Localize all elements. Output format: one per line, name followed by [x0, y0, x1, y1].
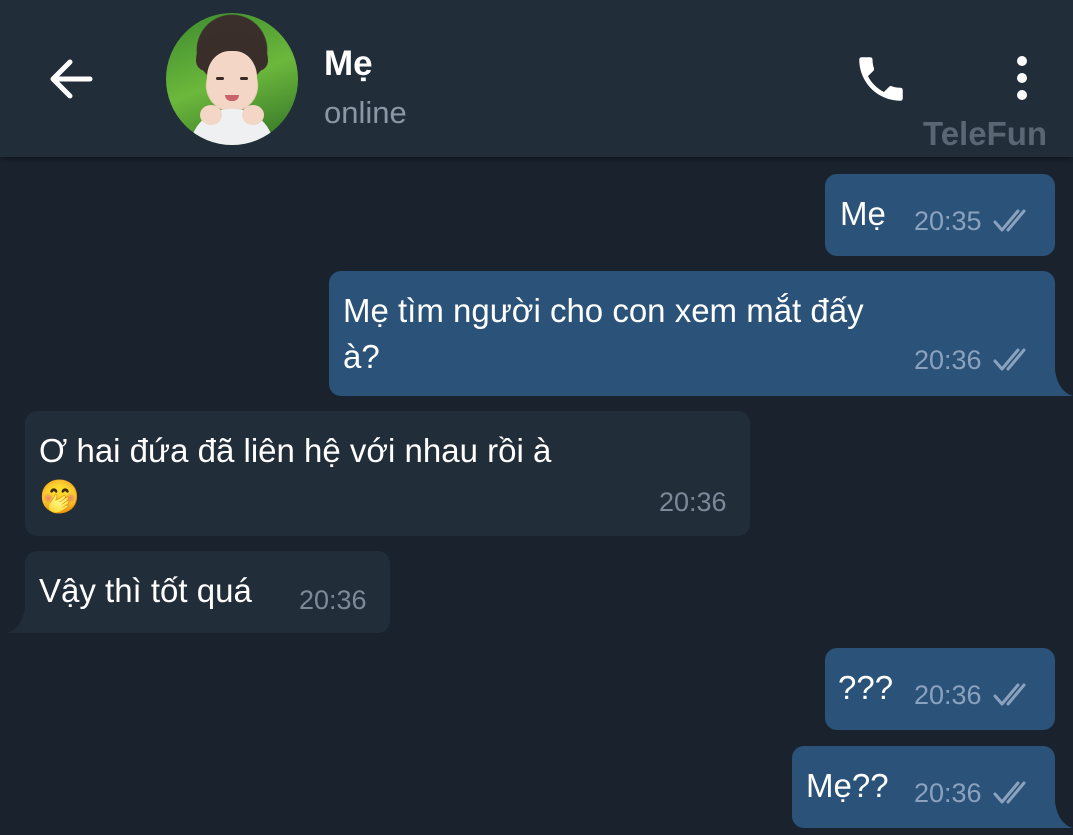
message-text-line: à? [343, 338, 380, 375]
call-button[interactable] [852, 50, 910, 108]
message-text: Mẹ?? [806, 767, 889, 804]
message-time: 20:36 [914, 345, 982, 375]
message-text: Vậy thì tốt quá [39, 572, 252, 609]
double-check-icon [993, 348, 1026, 371]
message-text-line: Mẹ tìm người cho con xem mắt đấy [343, 292, 864, 329]
message-bubble-outgoing[interactable]: ??? 20:36 [825, 648, 1055, 730]
double-check-icon [993, 781, 1026, 804]
contact-name[interactable]: Mẹ [324, 44, 373, 84]
message-bubble-outgoing[interactable]: Mẹ tìm người cho con xem mắt đấy à? 20:3… [329, 271, 1055, 396]
message-time: 20:35 [914, 206, 982, 236]
avatar-eye [240, 77, 248, 80]
message-time: 20:36 [299, 585, 367, 615]
bubble-tail [1055, 370, 1073, 396]
avatar-hand [242, 105, 264, 125]
message-time: 20:36 [914, 778, 982, 808]
message-time: 20:36 [659, 487, 727, 517]
message-time: 20:36 [914, 680, 982, 710]
avatar-hand [200, 105, 222, 125]
message-bubble-outgoing[interactable]: Mẹ?? 20:36 [792, 746, 1055, 828]
phone-icon [859, 57, 903, 101]
watermark: TeleFun [923, 115, 1048, 152]
avatar-eye [216, 77, 224, 80]
bubble-tail [1055, 802, 1073, 828]
more-vertical-icon [1017, 56, 1027, 100]
message-bubble-incoming[interactable]: Vậy thì tốt quá 20:36 [25, 551, 390, 633]
avatar[interactable] [166, 13, 298, 145]
more-menu-button[interactable] [1000, 50, 1044, 108]
bubble-tail [7, 607, 25, 633]
message-text-line: Ơ hai đứa đã liên hệ với nhau rồi à [39, 432, 552, 469]
message-bubble-incoming[interactable]: Ơ hai đứa đã liên hệ với nhau rồi à 🤭 20… [25, 411, 750, 536]
message-bubble-outgoing[interactable]: Mẹ 20:35 [825, 174, 1055, 256]
double-check-icon [993, 683, 1026, 706]
arrow-left-icon [50, 59, 93, 99]
message-text: ??? [838, 669, 894, 706]
contact-status: online [324, 95, 407, 130]
chat-header: Mẹ online TeleFun [0, 0, 1073, 157]
back-button[interactable] [42, 50, 100, 108]
double-check-icon [993, 209, 1026, 232]
message-text: Mẹ [840, 195, 886, 232]
emoji: 🤭 [39, 477, 81, 516]
